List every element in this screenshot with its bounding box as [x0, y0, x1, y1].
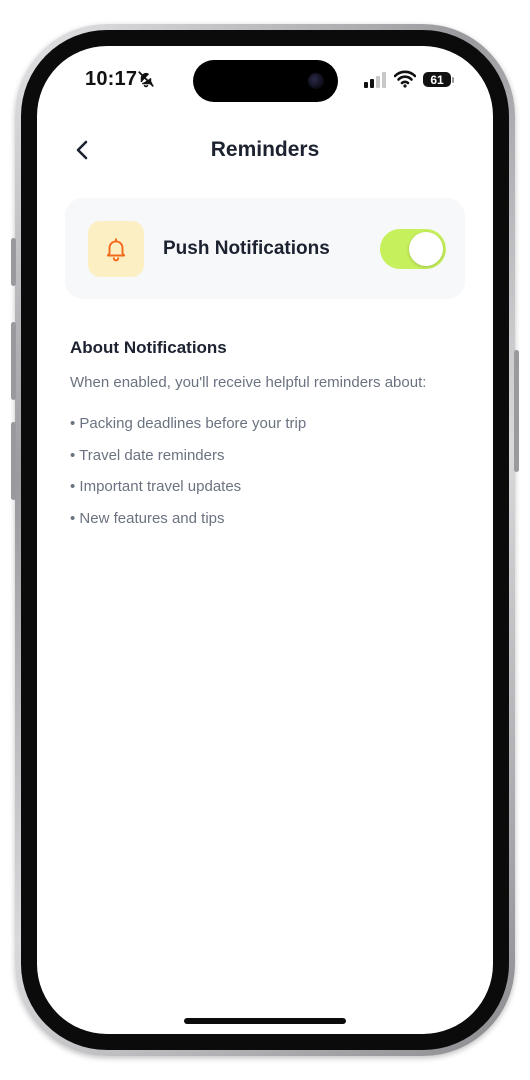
side-button-action: [11, 238, 16, 286]
list-item: • Packing deadlines before your trip: [70, 415, 307, 432]
battery-cap: [452, 77, 454, 83]
page-title: Reminders: [210, 138, 320, 161]
side-button-volume-up: [11, 322, 16, 400]
battery-icon: 61: [423, 72, 451, 87]
bell-icon: [106, 238, 126, 262]
bell-slash-icon: [138, 71, 154, 88]
about-title: About Notifications: [70, 338, 227, 357]
push-notifications-card: Push Notifications: [65, 198, 465, 299]
reminder-list: • Packing deadlines before your trip • T…: [70, 414, 306, 540]
home-indicator[interactable]: [184, 1018, 346, 1024]
side-button-volume-down: [11, 422, 16, 500]
status-time: 10:17: [85, 68, 138, 90]
bell-icon-container: [88, 221, 144, 277]
about-description: When enabled, you'll receive helpful rem…: [70, 374, 427, 391]
push-notifications-toggle[interactable]: [380, 229, 446, 269]
toggle-knob: [409, 232, 443, 266]
side-button-power: [514, 350, 519, 472]
camera-icon: [308, 73, 324, 89]
list-item: • Important travel updates: [70, 478, 242, 495]
push-notifications-label: Push Notifications: [163, 238, 330, 259]
dynamic-island: [193, 60, 338, 102]
screen: 10:17 61 Reminders Push Notifications Ab…: [37, 46, 493, 1034]
list-item: • Travel date reminders: [70, 446, 225, 464]
cellular-signal-icon: [364, 72, 386, 88]
list-item: • New features and tips: [70, 509, 225, 527]
wifi-icon: [394, 70, 416, 88]
